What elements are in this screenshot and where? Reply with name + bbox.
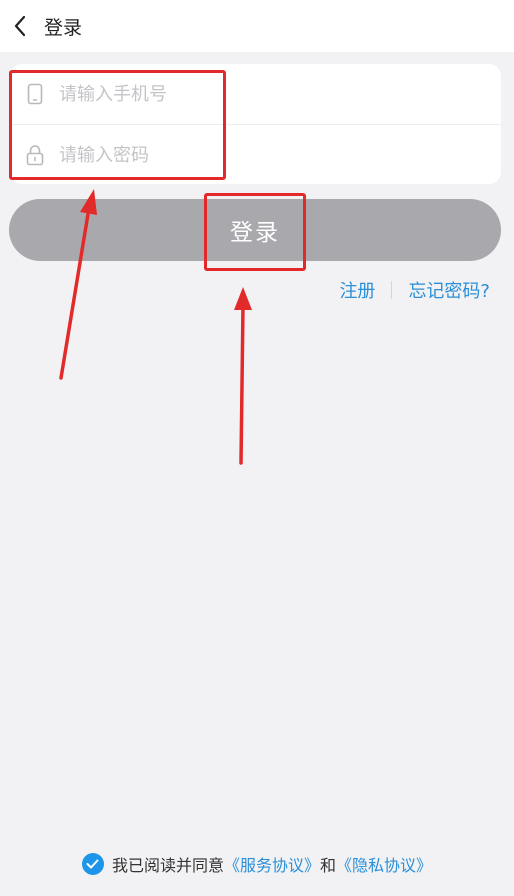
back-button[interactable] — [0, 0, 40, 52]
login-button[interactable]: 登录 — [9, 199, 501, 261]
account-links: 注册 忘记密码? — [339, 277, 490, 303]
register-link[interactable]: 注册 — [339, 277, 375, 303]
phone-icon — [23, 82, 47, 106]
privacy-agreement-link[interactable]: 《隐私协议》 — [336, 852, 432, 876]
link-divider — [391, 281, 393, 299]
agreement-text: 我已阅读并同意 — [111, 856, 224, 875]
page-title: 登录 — [44, 16, 83, 39]
phone-input[interactable] — [59, 83, 439, 105]
lock-icon — [23, 143, 47, 167]
agreement-conjunction: 和 — [320, 856, 337, 875]
forgot-password-link[interactable]: 忘记密码? — [408, 277, 490, 303]
password-row — [10, 124, 501, 184]
chevron-left-icon — [14, 15, 26, 37]
check-icon — [86, 859, 99, 869]
nav-bar: 登录 — [0, 0, 514, 52]
service-agreement-link[interactable]: 《服务协议》 — [224, 852, 320, 876]
agreement: 我已阅读并同意 《服务协议》 和 《隐私协议》 — [0, 852, 514, 876]
password-input[interactable] — [59, 144, 439, 166]
annotation-arrow-login — [234, 287, 252, 465]
agreement-checkbox[interactable] — [81, 853, 104, 875]
login-form-card — [10, 64, 501, 184]
phone-row — [10, 64, 501, 124]
